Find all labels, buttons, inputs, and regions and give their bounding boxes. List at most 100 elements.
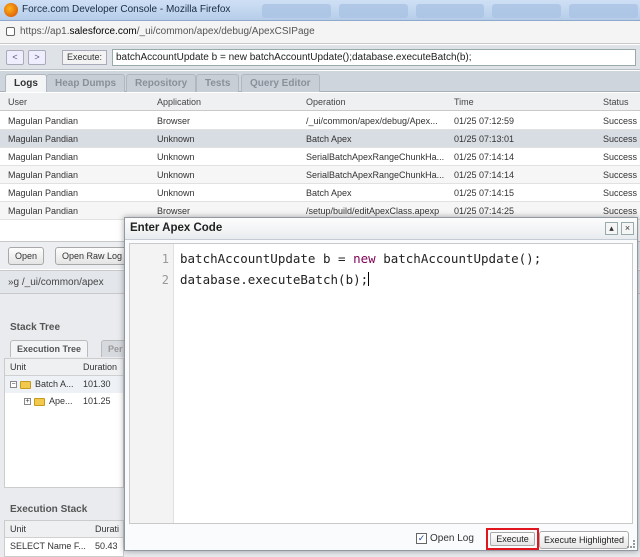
tab-tests[interactable]: Tests [196, 74, 240, 92]
resize-handle[interactable] [627, 540, 635, 548]
firefox-icon [4, 3, 18, 17]
collapse-icon[interactable]: − [10, 381, 17, 388]
open-log-label[interactable]: Open Log [430, 533, 474, 544]
stack-unit: SELECT Name F... [10, 541, 86, 551]
cell-time: 01/25 07:13:01 [454, 134, 515, 144]
cell-user: Magulan Pandian [8, 188, 79, 198]
cell-application: Unknown [157, 188, 195, 198]
lock-icon [6, 27, 15, 36]
column-header[interactable]: Application [157, 93, 297, 111]
code-line[interactable]: database.executeBatch(b); [180, 272, 370, 287]
maximize-icon[interactable]: ▴ [605, 222, 618, 235]
open-button[interactable]: Open [8, 247, 45, 265]
column-header[interactable]: Time [454, 93, 594, 111]
tree-row[interactable]: − Batch A... 101.30 [5, 376, 123, 393]
browser-tab[interactable] [492, 4, 562, 18]
execution-stack-title: Execution Stack [10, 504, 88, 515]
stack-tree-panel: Unit Duration − Batch A... 101.30 + Ape.… [4, 358, 124, 488]
column-header[interactable]: Unit [10, 521, 26, 538]
browser-tab[interactable] [338, 4, 408, 18]
address-url[interactable]: https://ap1.salesforce.com/_ui/common/ap… [20, 26, 315, 37]
execute-highlight-box: Execute [486, 528, 539, 550]
cell-operation: Batch Apex [306, 188, 352, 198]
stack-duration: 50.43 [95, 541, 118, 551]
cell-status: Success [603, 116, 638, 126]
line-number-gutter: 1 2 [130, 244, 174, 523]
open-raw-log-button[interactable]: Open Raw Log [55, 247, 130, 265]
expand-icon[interactable]: + [24, 398, 31, 405]
close-icon[interactable]: × [621, 222, 634, 235]
keyword: new [353, 251, 376, 266]
browser-tab[interactable] [569, 4, 638, 18]
window-titlebar: Force.com Developer Console - Mozilla Fi… [0, 0, 640, 21]
folder-icon [20, 381, 31, 389]
table-row[interactable]: Magulan Pandian Unknown SerialBatchApexR… [0, 148, 640, 166]
execute-label[interactable]: Execute: [62, 50, 108, 65]
forward-button[interactable]: > [28, 50, 46, 65]
cell-status: Success [603, 152, 638, 162]
cell-user: Magulan Pandian [8, 152, 79, 162]
console-toolbar: < > Execute: batchAccountUpdate b = new … [0, 45, 640, 70]
tab-heap-dumps[interactable]: Heap Dumps [46, 74, 126, 92]
cell-application: Unknown [157, 152, 195, 162]
stack-tree-title: Stack Tree [10, 322, 61, 333]
browser-tab[interactable] [262, 4, 331, 18]
column-header[interactable]: Duration [83, 359, 117, 376]
dialog-header[interactable]: Enter Apex Code ▴ × [125, 218, 637, 240]
stack-row[interactable]: SELECT Name F... 50.43 [5, 538, 123, 555]
column-header[interactable]: Unit [10, 359, 26, 376]
open-log-checkbox[interactable]: ✓ [416, 533, 427, 544]
cell-time: 01/25 07:12:59 [454, 116, 515, 126]
cell-user: Magulan Pandian [8, 116, 79, 126]
tree-row[interactable]: + Ape... 101.25 [5, 393, 123, 410]
cell-operation: Batch Apex [306, 134, 352, 144]
cell-operation: /_ui/common/apex/debug/Apex... [306, 116, 438, 126]
cell-application: Browser [157, 116, 191, 126]
tree-header: Unit Duration [5, 359, 123, 376]
cell-status: Success [603, 134, 638, 144]
line-number: 2 [161, 273, 169, 287]
apex-code-editor[interactable]: 1 2 batchAccountUpdate b = new batchAcco… [129, 243, 633, 524]
window-title: Force.com Developer Console - Mozilla Fi… [22, 4, 231, 15]
cell-user: Magulan Pandian [8, 170, 79, 180]
table-row[interactable]: Magulan Pandian Unknown Batch Apex 01/25… [0, 130, 640, 148]
table-row[interactable]: Magulan Pandian Unknown SerialBatchApexR… [0, 166, 640, 184]
line-number: 1 [161, 252, 169, 266]
cell-status: Success [603, 170, 638, 180]
tab-logs[interactable]: Logs [5, 74, 47, 92]
cell-user: Magulan Pandian [8, 134, 79, 144]
column-header[interactable]: Operation [306, 93, 446, 111]
browser-tab[interactable] [415, 4, 485, 18]
cell-time: 01/25 07:14:14 [454, 170, 515, 180]
browser-tabs [262, 4, 638, 18]
execute-button[interactable]: Execute [490, 532, 535, 546]
console-tabs: Logs Heap Dumps Repository Tests Query E… [0, 71, 640, 92]
execute-highlighted-button[interactable]: Execute Highlighted [539, 531, 629, 549]
enter-apex-code-dialog: Enter Apex Code ▴ × 1 2 batchAccountUpda… [124, 217, 638, 551]
cell-time: 01/25 07:14:15 [454, 188, 515, 198]
cell-status: Success [603, 188, 638, 198]
code-line[interactable]: batchAccountUpdate b = new batchAccountU… [180, 251, 541, 266]
tree-unit: Batch A... [35, 379, 74, 389]
column-header[interactable]: Durati [95, 521, 119, 538]
folder-icon [34, 398, 45, 406]
table-row[interactable]: Magulan Pandian Browser /_ui/common/apex… [0, 112, 640, 130]
tab-repository[interactable]: Repository [126, 74, 197, 92]
tab-query-editor[interactable]: Query Editor [241, 74, 320, 92]
column-header[interactable]: User [8, 93, 148, 111]
column-header[interactable]: Status [603, 93, 640, 111]
cell-operation: SerialBatchApexRangeChunkHa... [306, 152, 445, 162]
back-button[interactable]: < [6, 50, 24, 65]
dialog-title: Enter Apex Code [130, 222, 223, 234]
execute-input[interactable]: batchAccountUpdate b = new batchAccountU… [112, 49, 636, 66]
cell-application: Unknown [157, 134, 195, 144]
tree-duration: 101.25 [83, 396, 111, 406]
table-header: User Application Operation Time Status [0, 93, 640, 111]
log-path[interactable]: »g /_ui/common/apex [8, 277, 104, 288]
tree-duration: 101.30 [83, 379, 111, 389]
cell-time: 01/25 07:14:14 [454, 152, 515, 162]
tab-execution-tree[interactable]: Execution Tree [10, 340, 89, 357]
address-bar[interactable]: https://ap1.salesforce.com/_ui/common/ap… [0, 21, 640, 44]
cell-application: Unknown [157, 170, 195, 180]
table-row[interactable]: Magulan Pandian Unknown Batch Apex 01/25… [0, 184, 640, 202]
